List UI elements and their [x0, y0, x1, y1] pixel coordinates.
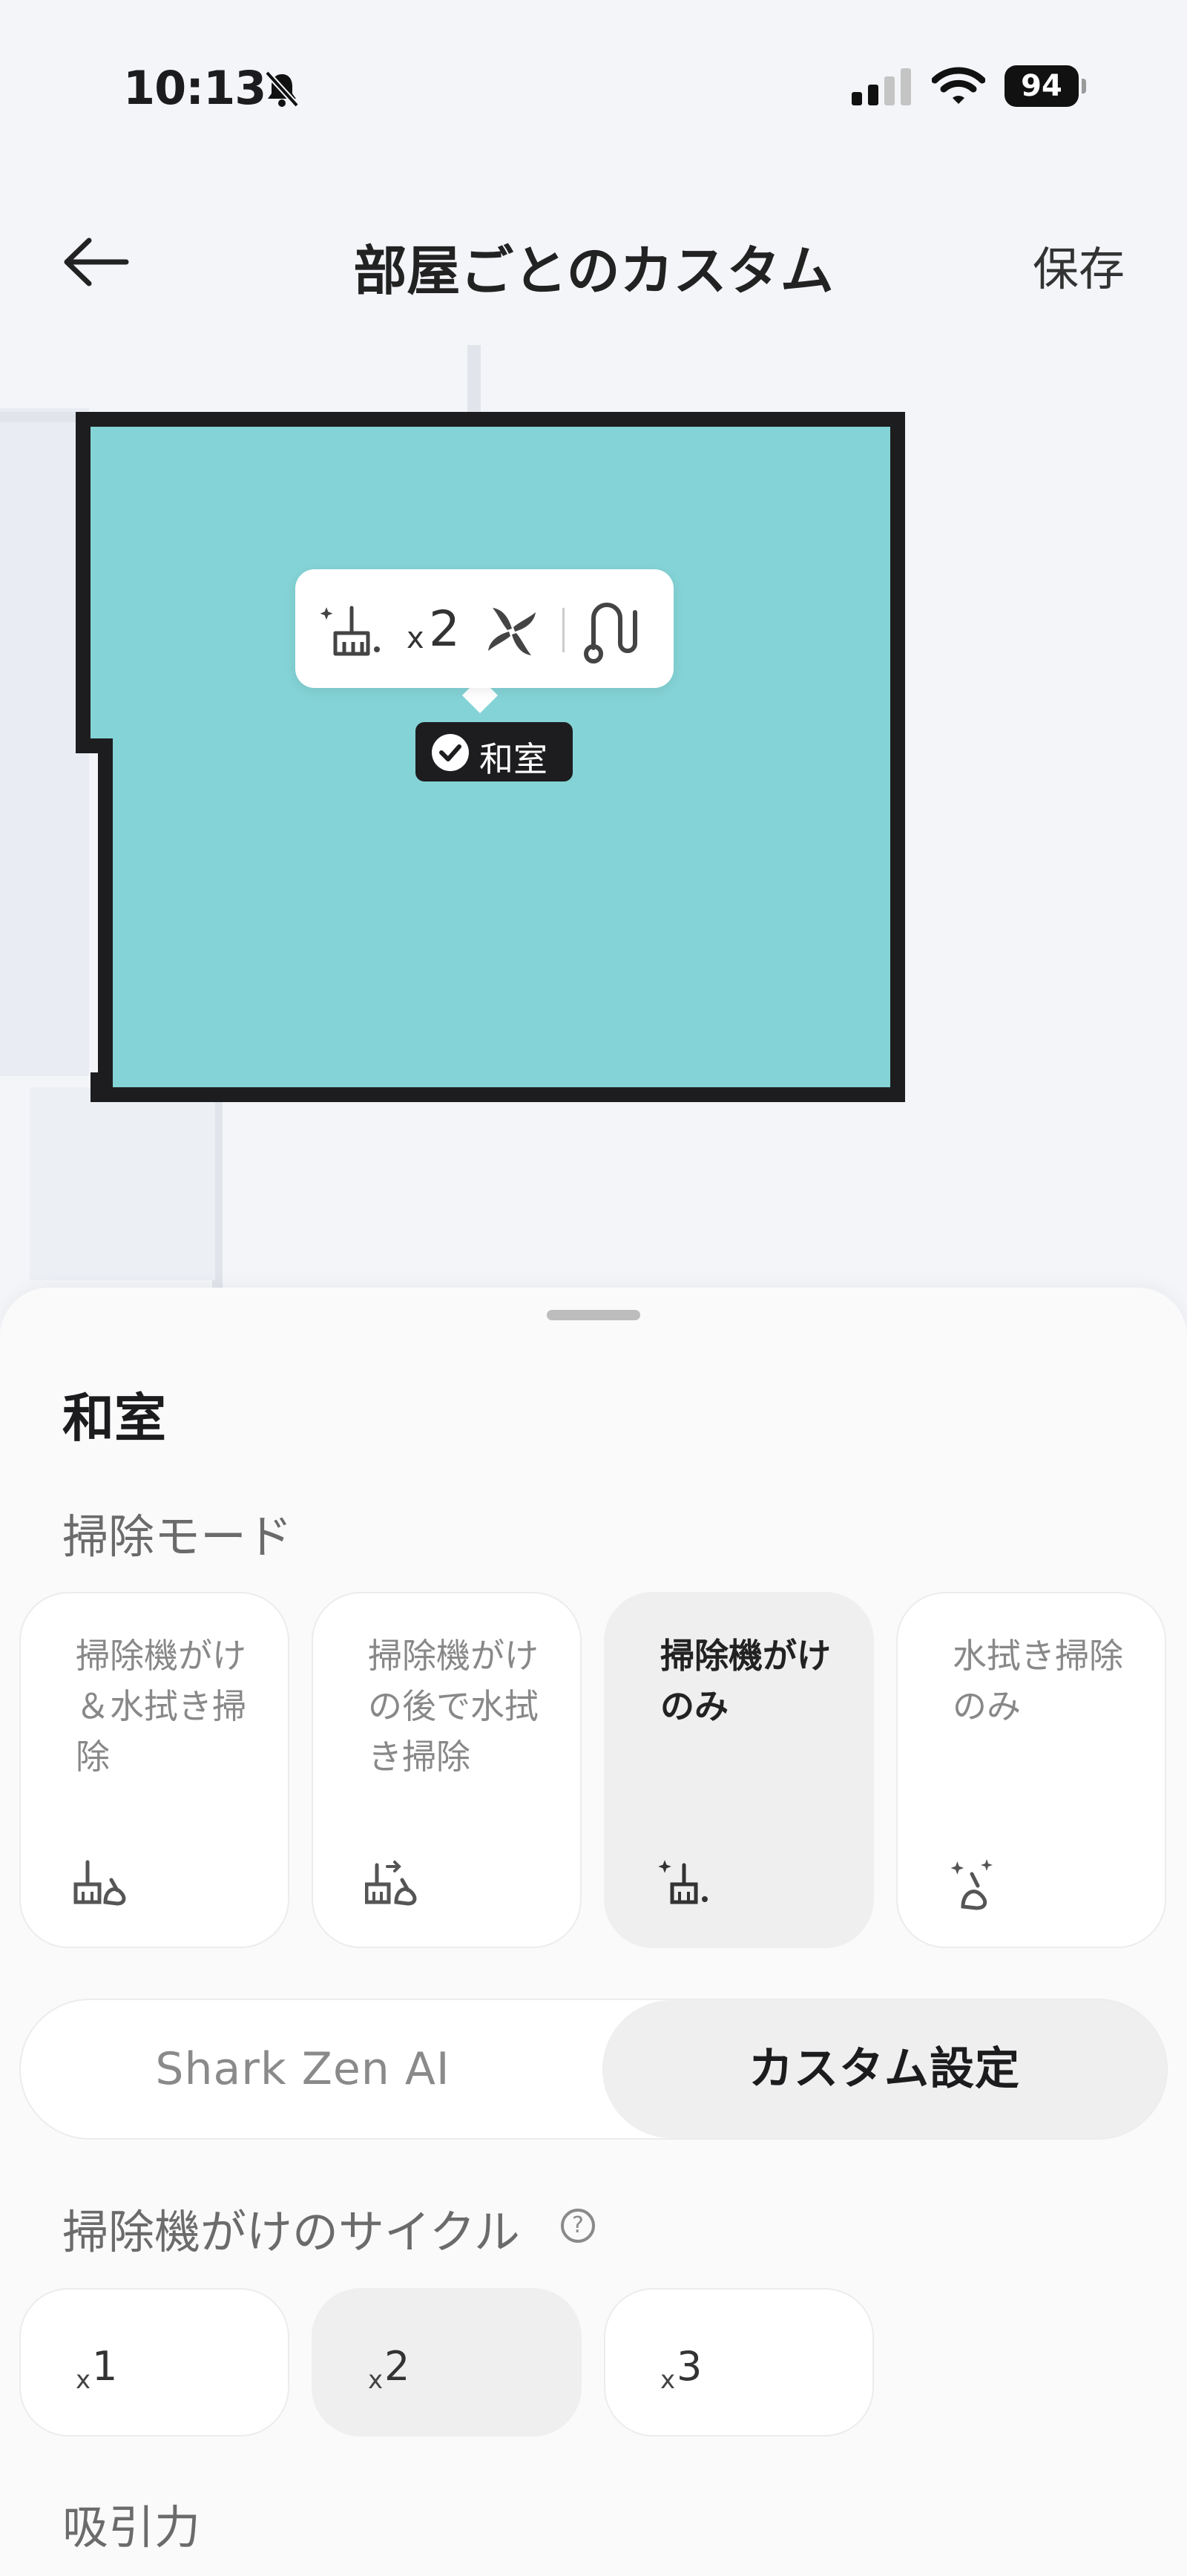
popup-times-symbol: x	[407, 621, 424, 655]
room-settings-popup[interactable]: x 2	[295, 569, 674, 688]
mode-label: 掃除機がけ＆水拭き掃除	[76, 1636, 246, 1777]
help-icon[interactable]: ?	[561, 2209, 595, 2243]
mode-label: 掃除機がけのみ	[660, 1636, 831, 1726]
map-canvas	[0, 345, 1187, 1295]
room-settings-sheet: 和室 掃除モード 掃除機がけ＆水拭き掃除 掃除機がけの後で水拭き掃除 掃除機がけ…	[0, 1288, 1187, 2576]
popup-divider	[562, 608, 565, 652]
edge-hose-icon	[584, 603, 637, 663]
suction-power-label: 吸引力	[62, 2500, 201, 2554]
cleaning-mode-label: 掃除モード	[62, 1510, 293, 1564]
vacuum-then-mop-icon	[365, 1861, 417, 1906]
cellular-signal-icon	[852, 68, 911, 105]
mode-label: 掃除機がけの後で水拭き掃除	[368, 1636, 539, 1777]
mode-card-vacuum-and-mop[interactable]: 掃除機がけ＆水拭き掃除	[19, 1592, 289, 1948]
times-symbol: x	[660, 2365, 676, 2395]
wifi-icon	[932, 67, 985, 104]
cycle-value: 3	[677, 2343, 703, 2390]
segment-custom-settings[interactable]: カスタム設定	[602, 2000, 1166, 2138]
mode-card-vacuum-only[interactable]: 掃除機がけのみ	[604, 1592, 874, 1948]
status-time: 10:13	[123, 61, 266, 115]
mode-label: 水拭き掃除のみ	[953, 1636, 1123, 1726]
vacuum-cycle-label: 掃除機がけのサイクル	[62, 2205, 520, 2259]
cycle-value: 2	[384, 2343, 410, 2390]
segment-shark-zen-ai[interactable]: Shark Zen AI	[21, 2000, 585, 2138]
suction-fan-icon	[488, 608, 536, 655]
mode-card-mop-only[interactable]: 水拭き掃除のみ	[896, 1592, 1166, 1948]
cycle-option-1[interactable]: x 1	[19, 2288, 289, 2436]
battery-tip	[1082, 79, 1086, 94]
cycle-option-2[interactable]: x 2	[312, 2288, 582, 2436]
vacuum-mop-icon	[73, 1860, 126, 1906]
mode-setting-segmented-control: Shark Zen AI カスタム設定	[19, 1999, 1168, 2140]
cycle-value: 1	[92, 2343, 118, 2390]
cycle-option-3[interactable]: x 3	[604, 2288, 874, 2436]
room-name: 和室	[62, 1388, 166, 1449]
vacuum-only-icon	[658, 1860, 708, 1904]
room-badge-label: 和室	[479, 739, 548, 779]
check-circle-icon	[432, 734, 469, 771]
mode-card-vacuum-then-mop[interactable]: 掃除機がけの後で水拭き掃除	[312, 1592, 582, 1948]
mop-only-icon	[950, 1859, 993, 1910]
room-badge[interactable]: 和室	[415, 722, 573, 781]
vacuum-broom-icon	[320, 606, 380, 656]
bell-muted-icon	[265, 71, 299, 108]
popup-cycle-count: 2	[429, 600, 460, 658]
times-symbol: x	[368, 2365, 384, 2395]
room-map[interactable]: x 2 和室	[0, 345, 1187, 1295]
battery-indicator: 94	[1004, 65, 1079, 107]
times-symbol: x	[76, 2365, 91, 2395]
save-button[interactable]: 保存	[1033, 232, 1125, 298]
page-title: 部屋ごとのカスタム	[353, 240, 834, 302]
sheet-drag-handle[interactable]	[547, 1310, 640, 1320]
